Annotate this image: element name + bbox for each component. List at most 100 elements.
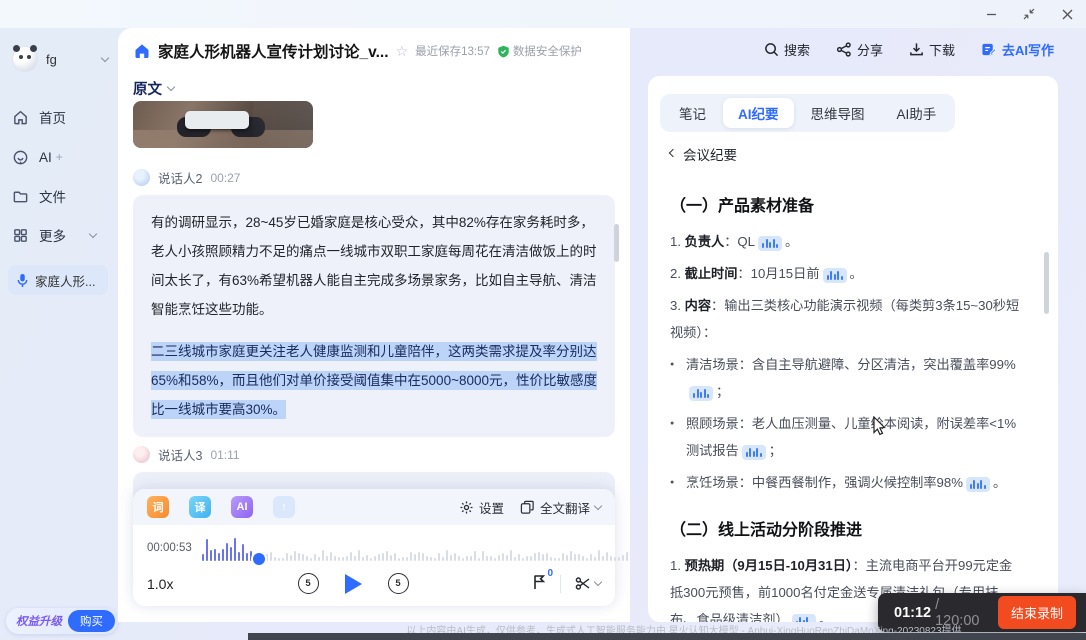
audio-playback-icon[interactable]	[791, 614, 816, 622]
translate-pages-icon	[520, 500, 534, 514]
settings-button[interactable]: 设置	[459, 498, 504, 517]
view-toggle[interactable]: 原文	[133, 78, 176, 99]
flag-icon	[534, 575, 546, 589]
ai-summary-panel: 笔记 AI纪要 思维导图 AI助手 会议纪要 （一）产品素材准备 1. 负责人：Q…	[648, 76, 1058, 622]
minutes-content: （一）产品素材准备 1. 负责人：QL。 2. 截止时间：10月15日前。 3. 内容…	[670, 172, 1024, 622]
bullet-item: 照顾场景：老人血压测量、儿童绘本阅读，附误差率<1%测试报告；	[670, 410, 1024, 464]
back-label: 会议纪要	[683, 148, 737, 163]
sidebar-doc-item[interactable]: 家庭人形...	[8, 265, 108, 295]
chevron-down-icon	[593, 577, 603, 587]
item-label: 负责人	[684, 234, 725, 249]
audio-playback-icon[interactable]	[741, 445, 766, 460]
download-button[interactable]: 下载	[909, 40, 955, 59]
tab-ai-assistant[interactable]: AI助手	[882, 98, 952, 128]
ai-badge-icon[interactable]: AI	[231, 496, 253, 518]
minimize-button[interactable]	[972, 1, 1010, 27]
chevron-down-icon	[100, 53, 110, 62]
item-text: ：10月15日前	[737, 266, 820, 281]
speaker-name[interactable]: 说话人2	[158, 168, 202, 187]
chevron-down-icon	[166, 82, 176, 92]
play-button[interactable]	[344, 573, 362, 594]
microphone-icon	[17, 273, 28, 287]
waveform[interactable]	[201, 535, 630, 565]
ai-chat-icon	[13, 150, 28, 164]
doc-header: 家庭人形机器人宣传计划讨论_v... ☆ 最近保存13:57 数据安全保护	[133, 40, 620, 62]
upgrade-banner: 权益升级 购买	[6, 608, 118, 634]
panel-scrollbar[interactable]	[1044, 252, 1049, 314]
ai-writing-button[interactable]: 去AI写作	[981, 40, 1054, 59]
bullet-item: 烹饪场景：中餐西餐制作，强调火候控制率98% 。	[670, 469, 1024, 496]
share-button[interactable]: 分享	[836, 40, 883, 59]
speaker-timestamp[interactable]: 00:27	[210, 171, 240, 185]
download-label: 下载	[928, 43, 955, 58]
plus-icon: +	[55, 150, 63, 164]
security-badge: 数据安全保护	[497, 43, 582, 59]
flag-count: 0	[547, 568, 553, 579]
doc-home-icon[interactable]	[133, 42, 151, 60]
audio-player: 词 译 AI ↑ 设置 全文翻译 00:00:53 00:08:27	[133, 489, 630, 606]
sidebar-item-home[interactable]: 首页	[12, 103, 112, 131]
profile-menu[interactable]: fg	[12, 45, 110, 72]
current-time: 00:00:53	[147, 542, 192, 554]
top-action-bar: 搜索 分享 下载 去AI写作	[764, 40, 1054, 59]
sidebar-item-label: 更多	[39, 229, 66, 244]
settings-label: 设置	[478, 501, 504, 516]
security-label: 数据安全保护	[512, 46, 582, 58]
clip-audio-button[interactable]	[575, 576, 603, 591]
share-icon	[836, 42, 851, 57]
numbered-item: 3. 内容：输出三类核心功能演示视频（每类剪3条15~30秒短视频）：	[670, 292, 1024, 346]
grid-icon	[14, 228, 27, 242]
back-to-minutes[interactable]: 会议纪要	[668, 144, 737, 164]
flag-marker-button[interactable]: 0	[533, 568, 553, 593]
tab-mindmap[interactable]: 思维导图	[796, 98, 880, 128]
playhead-handle[interactable]	[253, 553, 266, 565]
folder-icon	[13, 191, 28, 202]
favorite-star-icon[interactable]: ☆	[396, 43, 409, 60]
speaker-header: 说话人3 01:11	[133, 445, 615, 464]
robot-photo[interactable]	[133, 101, 313, 148]
rewind-5-button[interactable]: 5	[297, 573, 319, 594]
audio-playback-icon[interactable]	[758, 236, 783, 251]
audio-playback-icon[interactable]	[822, 268, 847, 283]
sidebar-item-files[interactable]: 文件	[12, 182, 112, 210]
speaker-header: 说话人2 00:27	[133, 168, 615, 187]
item-text: 照顾场景：老人血压测量、儿童绘本阅读，附误差率<1%测试报告	[686, 416, 1017, 458]
close-button[interactable]	[1048, 1, 1086, 27]
speaker-avatar	[133, 446, 150, 463]
player-controls: 1.0x 5 5 0	[133, 565, 615, 606]
sidebar-item-more[interactable]: 更多	[12, 221, 112, 249]
avatar	[12, 45, 38, 72]
sidebar-item-label: AI	[39, 149, 52, 165]
translate-badge-icon[interactable]: 译	[189, 496, 211, 518]
keywords-badge-icon[interactable]: 词	[147, 496, 169, 518]
pen-doc-icon	[982, 43, 997, 56]
speaker-timestamp[interactable]: 01:11	[210, 448, 239, 462]
bullet-item: 清洁场景：含自主导航避障、分区清洁，突出覆盖率99% ；	[670, 351, 1024, 405]
upload-badge-icon[interactable]: ↑	[273, 496, 295, 518]
search-label: 搜索	[783, 43, 810, 58]
tab-ai-summary[interactable]: AI纪要	[723, 98, 794, 128]
buy-button[interactable]: 购买	[68, 610, 115, 632]
item-punctuation: 。	[849, 266, 863, 281]
chevron-down-icon	[593, 501, 603, 510]
audio-playback-icon[interactable]	[965, 477, 990, 492]
tab-notes[interactable]: 笔记	[664, 98, 721, 128]
item-text: 烹饪场景：中餐西餐制作，强调火候控制率98%	[686, 475, 963, 490]
numbered-item: 2. 截止时间：10月15日前 。	[670, 260, 1024, 287]
speaker-bubble[interactable]: 有的调研显示，28~45岁已婚家庭是核心受众，其中82%存在家务耗时多，老人小孩…	[133, 195, 615, 437]
forward-5-button[interactable]: 5	[387, 573, 409, 594]
paragraph-text: 有的调研显示，28~45岁已婚家庭是核心受众，其中82%存在家务耗时多，老人小孩…	[151, 215, 597, 317]
speed-control[interactable]: 1.0x	[147, 576, 217, 592]
restore-button[interactable]	[1010, 1, 1048, 27]
transcript-scrollbar[interactable]	[614, 224, 619, 262]
audio-playback-icon[interactable]	[689, 386, 713, 401]
item-text: 清洁场景：含自主导航避障、分区清洁，突出覆盖率99%	[686, 357, 1016, 372]
save-status: 最近保存13:57	[415, 46, 490, 58]
player-toolbar: 词 译 AI ↑ 设置 全文翻译	[133, 489, 615, 525]
search-icon	[765, 43, 779, 57]
speaker-name[interactable]: 说话人3	[158, 445, 202, 464]
window-titlebar	[0, 0, 1086, 28]
search-button[interactable]: 搜索	[764, 40, 810, 59]
sidebar-item-ai[interactable]: AI +	[12, 143, 112, 171]
full-translate-button[interactable]: 全文翻译	[520, 498, 603, 517]
